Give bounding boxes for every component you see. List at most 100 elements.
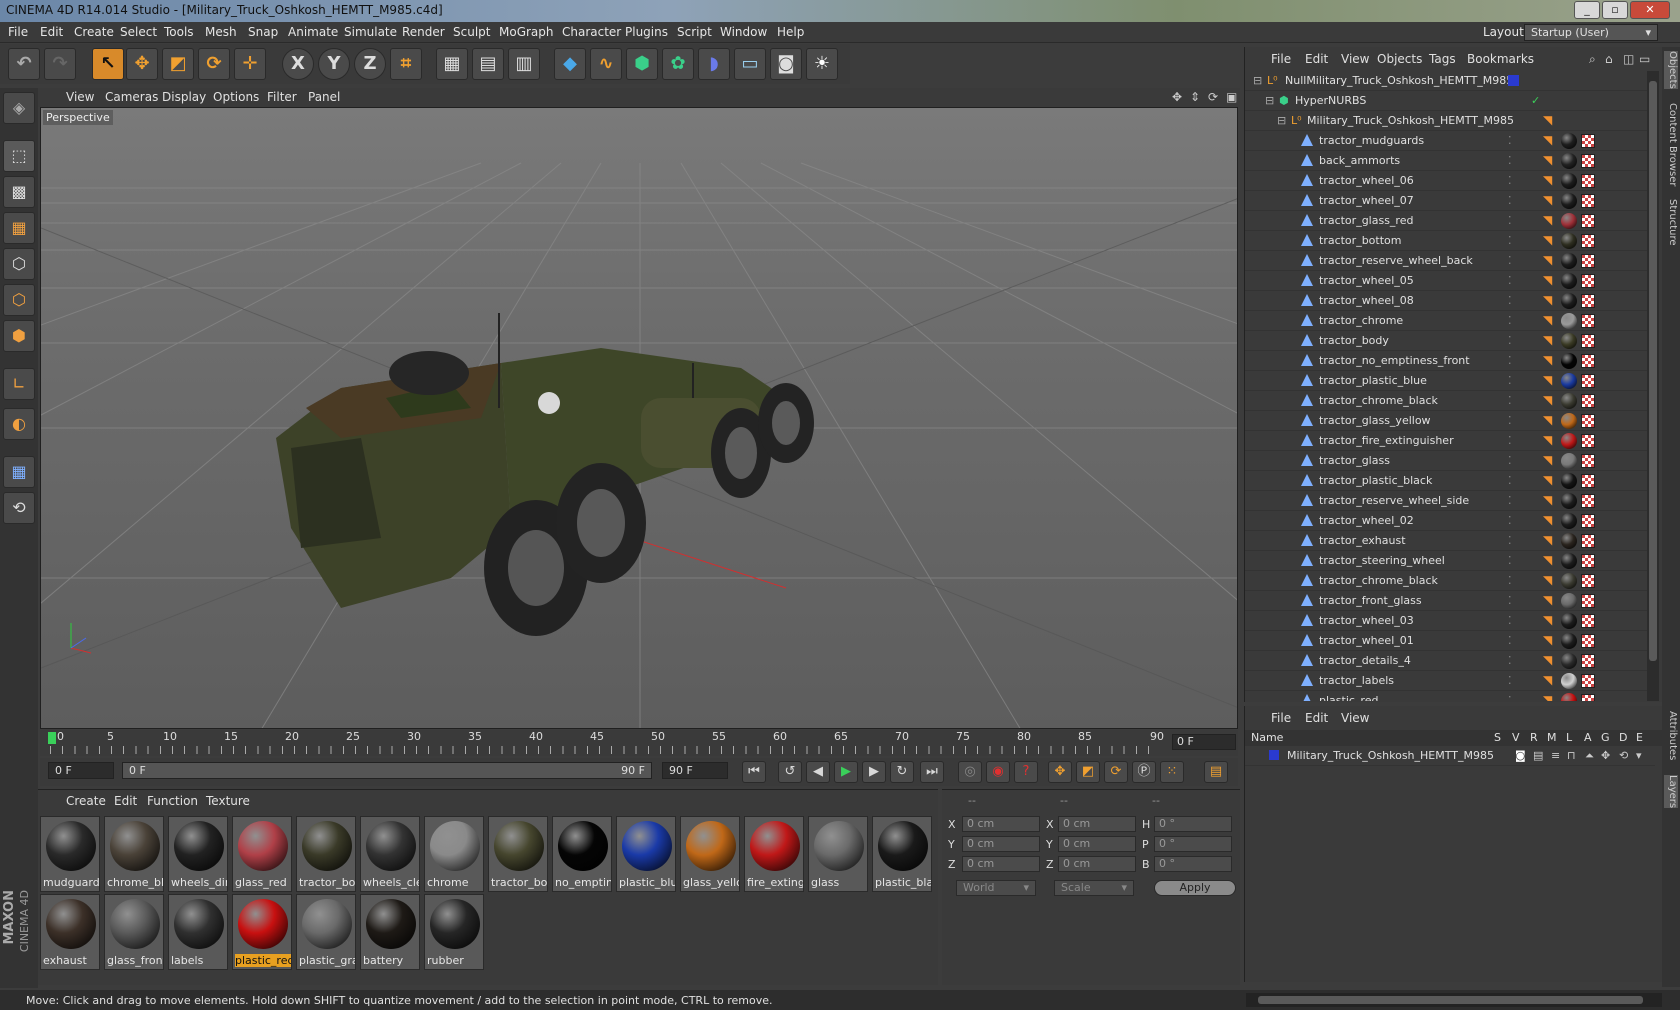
- menu-mesh[interactable]: Mesh: [205, 25, 237, 39]
- layer-expressions-icon[interactable]: ▾: [1636, 749, 1642, 762]
- tree-row-object[interactable]: tractor_wheel_07 ⁚ ◥: [1245, 191, 1655, 211]
- material-tag-icon[interactable]: [1561, 553, 1577, 569]
- undo-icon[interactable]: ↶: [8, 48, 40, 80]
- polygons-mode-icon[interactable]: ⬢: [3, 320, 35, 352]
- menu-character[interactable]: Character: [562, 25, 621, 39]
- close-button[interactable]: ✕: [1630, 1, 1670, 19]
- material-tag-icon[interactable]: [1561, 193, 1577, 209]
- position-y-field[interactable]: 0 cm: [962, 836, 1040, 852]
- tree-row-object[interactable]: tractor_labels ⁚ ◥: [1245, 671, 1655, 691]
- menu-sculpt[interactable]: Sculpt: [453, 25, 490, 39]
- objects-scrollbar[interactable]: [1647, 71, 1659, 701]
- tree-row-group[interactable]: ⊟ L⁰ Military_Truck_Oshkosh_HEMTT_M985 ◥: [1245, 111, 1655, 131]
- material-swatch[interactable]: exhaust: [40, 894, 100, 970]
- material-tag-icon[interactable]: [1561, 533, 1577, 549]
- texture-tag-icon[interactable]: [1581, 414, 1595, 428]
- tree-row-object[interactable]: tractor_chrome_black ⁚ ◥: [1245, 391, 1655, 411]
- subdivision-icon[interactable]: ⬢: [626, 48, 658, 80]
- menu-select[interactable]: Select: [120, 25, 157, 39]
- preview-range-slider[interactable]: 0 F 90 F: [122, 762, 652, 779]
- visibility-dots-icon[interactable]: ⁚: [1508, 314, 1512, 327]
- texture-tag-icon[interactable]: [1581, 354, 1595, 368]
- size-y-field[interactable]: 0 cm: [1058, 836, 1136, 852]
- layer-animation-icon[interactable]: ⏶: [1585, 749, 1594, 763]
- tree-row-object[interactable]: tractor_mudguards ⁚ ◥: [1245, 131, 1655, 151]
- material-swatch[interactable]: battery: [360, 894, 420, 970]
- maximize-button[interactable]: ▫: [1602, 1, 1628, 19]
- viewport-menu-display[interactable]: Display: [162, 90, 206, 104]
- material-tag-icon[interactable]: [1561, 313, 1577, 329]
- material-swatch[interactable]: rubber: [424, 894, 484, 970]
- menu-mograph[interactable]: MoGraph: [499, 25, 554, 39]
- search-icon[interactable]: ⌕: [1589, 52, 1596, 67]
- visibility-dots-icon[interactable]: ⁚: [1508, 254, 1512, 267]
- material-swatch[interactable]: plastic_red: [232, 894, 292, 970]
- material-tag-icon[interactable]: [1561, 333, 1577, 349]
- material-swatch[interactable]: fire_exting: [744, 816, 804, 892]
- timeline-ruler[interactable]: 0 5 10 15 20 25 30 35 40 45 50 55 60 65 …: [40, 730, 1238, 756]
- tree-row-object[interactable]: tractor_wheel_08 ⁚ ◥: [1245, 291, 1655, 311]
- material-swatch[interactable]: glass: [808, 816, 868, 892]
- material-swatch[interactable]: labels: [168, 894, 228, 970]
- render-picture-viewer-icon[interactable]: ▤: [472, 48, 504, 80]
- tree-row-object[interactable]: tractor_chrome_black ⁚ ◥: [1245, 571, 1655, 591]
- tree-row-object[interactable]: tractor_plastic_blue ⁚ ◥: [1245, 371, 1655, 391]
- menu-file[interactable]: File: [8, 25, 28, 39]
- redo-icon[interactable]: ↷: [44, 48, 76, 80]
- workplane-mode-icon[interactable]: ▦: [3, 212, 35, 244]
- texture-tag-icon[interactable]: [1581, 674, 1595, 688]
- material-swatch[interactable]: glass_yello: [680, 816, 740, 892]
- material-tag-icon[interactable]: [1561, 413, 1577, 429]
- visibility-dots-icon[interactable]: ⁚: [1508, 634, 1512, 647]
- material-menu-texture[interactable]: Texture: [206, 794, 250, 808]
- material-swatch[interactable]: glass_front: [104, 894, 164, 970]
- phong-tag-icon[interactable]: ◥: [1543, 473, 1552, 487]
- material-swatch[interactable]: plastic_bla: [872, 816, 932, 892]
- tree-row-object[interactable]: tractor_no_emptiness_front ⁚ ◥: [1245, 351, 1655, 371]
- scale-icon[interactable]: ◩: [162, 48, 194, 80]
- tree-row-object[interactable]: tractor_wheel_06 ⁚ ◥: [1245, 171, 1655, 191]
- tree-row-object[interactable]: tractor_wheel_03 ⁚ ◥: [1245, 611, 1655, 631]
- objects-menu-file[interactable]: File: [1271, 52, 1291, 66]
- phong-tag-icon[interactable]: ◥: [1543, 333, 1552, 347]
- phong-tag-icon[interactable]: ◥: [1543, 453, 1552, 467]
- material-swatch[interactable]: chrome_bla: [104, 816, 164, 892]
- texture-tag-icon[interactable]: [1581, 634, 1595, 648]
- visibility-dots-icon[interactable]: ⁚: [1508, 474, 1512, 487]
- layers-menu-file[interactable]: File: [1271, 711, 1291, 725]
- new-window-icon[interactable]: ▭: [1639, 52, 1650, 66]
- texture-tag-icon[interactable]: [1581, 514, 1595, 528]
- previous-frame-icon[interactable]: ◀: [806, 761, 830, 783]
- make-editable-icon[interactable]: ◈: [3, 92, 35, 124]
- visibility-dots-icon[interactable]: ⁚: [1508, 654, 1512, 667]
- record-disabled-icon[interactable]: ◎: [958, 761, 982, 783]
- go-to-end-icon[interactable]: ⏭: [920, 761, 944, 783]
- layout-dropdown[interactable]: Startup (User) ▾: [1524, 24, 1658, 41]
- visibility-dots-icon[interactable]: ⁚: [1508, 194, 1512, 207]
- scrollbar-thumb[interactable]: [1649, 81, 1657, 661]
- key-position-icon[interactable]: ✥: [1048, 761, 1072, 783]
- material-tag-icon[interactable]: [1561, 293, 1577, 309]
- visibility-dots-icon[interactable]: ⁚: [1508, 694, 1512, 701]
- material-tag-icon[interactable]: [1561, 393, 1577, 409]
- tab-attributes[interactable]: Attributes: [1664, 711, 1678, 760]
- viewport-maximize-icon[interactable]: ▣: [1226, 90, 1237, 104]
- phong-tag-icon[interactable]: ◥: [1543, 493, 1552, 507]
- layer-render-icon[interactable]: ▤: [1533, 749, 1543, 762]
- points-mode-icon[interactable]: ⬡: [3, 248, 35, 280]
- end-frame-field[interactable]: 90 F: [662, 762, 728, 779]
- key-point-level-icon[interactable]: ⁙: [1160, 761, 1184, 783]
- visibility-dots-icon[interactable]: ⁚: [1508, 134, 1512, 147]
- texture-tag-icon[interactable]: [1581, 334, 1595, 348]
- scrollbar-thumb[interactable]: [1258, 996, 1643, 1004]
- play-icon[interactable]: ▶: [834, 761, 858, 783]
- layers-menu-view[interactable]: View: [1341, 711, 1369, 725]
- current-frame-field[interactable]: 0 F: [1172, 734, 1236, 750]
- start-frame-field[interactable]: 0 F: [48, 762, 114, 779]
- move-icon[interactable]: ✥: [126, 48, 158, 80]
- phong-tag-icon[interactable]: ◥: [1543, 153, 1552, 167]
- material-tag-icon[interactable]: [1561, 273, 1577, 289]
- visibility-dots-icon[interactable]: ⁚: [1508, 674, 1512, 687]
- autokey-icon[interactable]: ?: [1014, 761, 1038, 783]
- tree-row-object[interactable]: tractor_chrome ⁚ ◥: [1245, 311, 1655, 331]
